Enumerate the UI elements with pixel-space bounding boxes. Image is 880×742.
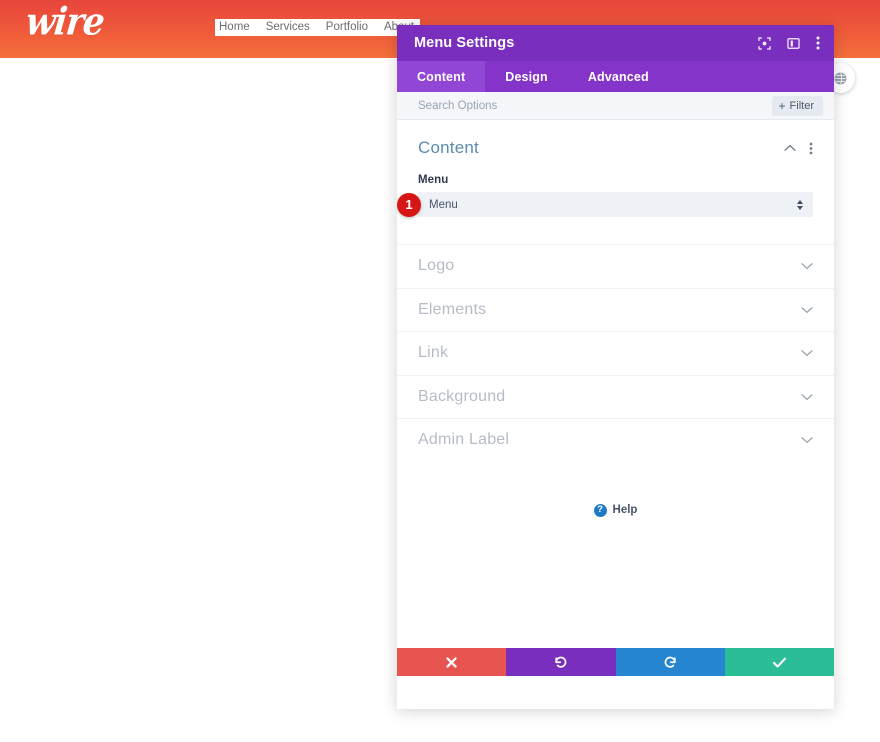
site-navigation: Home Services Portfolio About (215, 19, 421, 36)
undo-button[interactable] (506, 648, 616, 676)
check-icon (772, 657, 786, 668)
section-toggle-label: Admin Label (418, 431, 510, 449)
section-toggle-logo[interactable]: Logo (397, 244, 834, 288)
section-toggle-label: Link (418, 344, 449, 362)
search-input[interactable] (418, 99, 772, 112)
redo-arrow-icon (664, 656, 676, 668)
menu-field-label: Menu (418, 174, 449, 186)
help-link[interactable]: ? Help (397, 462, 834, 517)
chevron-down-icon (801, 393, 813, 401)
globe-icon (834, 72, 846, 84)
section-content-header[interactable]: Content (418, 138, 813, 158)
modal-title: Menu Settings (414, 35, 515, 51)
menu-select-value: Menu (429, 198, 458, 211)
section-toggle-label: Logo (418, 257, 455, 275)
chevron-down-icon (801, 262, 813, 270)
add-filter-button[interactable]: + Filter (771, 95, 823, 116)
section-toggle-label: Background (418, 387, 506, 405)
search-options-bar: + Filter (397, 92, 834, 120)
menu-settings-modal: Menu Settings Content Design Advanced Se… (397, 25, 834, 709)
more-vertical-icon[interactable] (809, 142, 813, 155)
tab-design[interactable]: Design (485, 61, 568, 92)
chevron-up-icon[interactable] (784, 144, 796, 152)
modal-body: Content Menu 1 Menu Logo Elements Link B… (397, 120, 834, 648)
redo-button[interactable] (615, 648, 725, 676)
tab-advanced[interactable]: Advanced (568, 61, 669, 92)
modal-titlebar: Menu Settings (397, 25, 834, 61)
section-toggle-admin-label[interactable]: Admin Label (397, 418, 834, 462)
section-toggle-background[interactable]: Background (397, 374, 834, 419)
step-badge-1: 1 (397, 192, 421, 217)
focus-target-icon[interactable] (758, 36, 771, 50)
save-button[interactable] (724, 648, 834, 676)
stepper-arrows-icon[interactable] (797, 199, 803, 210)
modal-tabs: Content Design Advanced (397, 61, 834, 92)
section-toggle-link[interactable]: Link (397, 331, 834, 375)
cancel-button[interactable] (397, 648, 507, 676)
nav-item-portfolio[interactable]: Portfolio (326, 19, 368, 36)
section-content: Content Menu 1 Menu (397, 120, 834, 244)
undo-arrow-icon (555, 656, 567, 668)
close-x-icon (446, 656, 457, 668)
nav-item-services[interactable]: Services (266, 19, 310, 36)
add-filter-label: Filter (789, 99, 814, 112)
chevron-down-icon (801, 306, 813, 314)
section-toggle-elements[interactable]: Elements (397, 287, 834, 332)
screen-root: wire Home Services Portfolio About Menu … (0, 0, 880, 742)
more-vertical-icon[interactable] (816, 36, 820, 50)
help-label: Help (612, 504, 638, 516)
modal-footer-actions (397, 648, 834, 676)
section-toggle-label: Elements (418, 300, 487, 318)
menu-select[interactable]: Menu (418, 192, 813, 217)
section-content-controls (784, 142, 813, 155)
nav-item-home[interactable]: Home (219, 19, 250, 36)
menu-field-row: 1 Menu (397, 192, 813, 217)
chevron-down-icon (801, 349, 813, 357)
panel-layout-icon[interactable] (787, 37, 800, 50)
modal-bottom-padding (397, 676, 834, 709)
section-content-title: Content (418, 138, 479, 157)
modal-titlebar-actions (758, 36, 820, 50)
help-question-icon: ? (593, 503, 607, 517)
chevron-down-icon (801, 436, 813, 444)
tab-content[interactable]: Content (397, 61, 486, 92)
site-logo[interactable]: wire (24, 0, 106, 44)
plus-icon: + (778, 98, 786, 113)
